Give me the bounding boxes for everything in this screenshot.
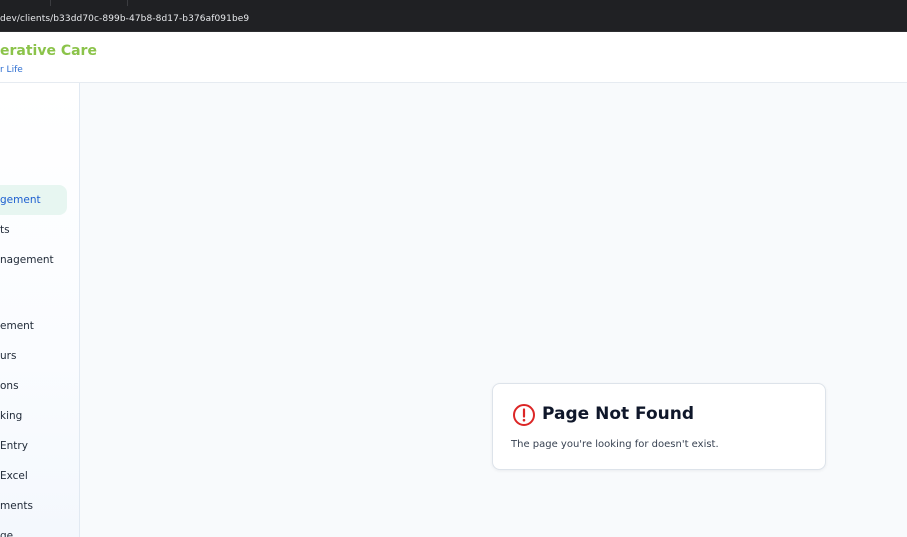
sidebar-item-label: nagement — [0, 254, 54, 266]
sidebar-item-label: Excel — [0, 470, 28, 482]
error-message: The page you're looking for doesn't exis… — [511, 439, 719, 450]
sidebar-item-label: ons — [0, 380, 19, 392]
sidebar-item-page[interactable]: ge — [0, 521, 67, 537]
sidebar-item-label: urs — [0, 350, 17, 362]
sidebar-item-label: ments — [0, 500, 33, 512]
tab-divider — [50, 0, 51, 6]
alert-circle-icon — [513, 404, 535, 426]
sidebar-item-hours[interactable]: urs — [0, 341, 67, 371]
sidebar-item-management-2[interactable]: nagement — [0, 245, 67, 275]
sidebar-item-options[interactable]: ons — [0, 371, 67, 401]
url-text[interactable]: dev/clients/b33dd70c-899b-47b8-8d17-b376… — [0, 14, 249, 24]
not-found-card: Page Not Found The page you're looking f… — [492, 383, 826, 470]
sidebar-item-documents[interactable]: ments — [0, 491, 67, 521]
brand-tagline: r Life — [0, 65, 23, 75]
sidebar-item-tracking[interactable]: king — [0, 401, 67, 431]
sidebar-item-excel[interactable]: Excel — [0, 461, 67, 491]
sidebar-item-management[interactable]: gement — [0, 185, 67, 215]
sidebar-item-element[interactable]: ement — [0, 311, 67, 341]
sidebar-item-label: ement — [0, 320, 34, 332]
sidebar-item-label: Entry — [0, 440, 28, 452]
address-bar[interactable]: dev/clients/b33dd70c-899b-47b8-8d17-b376… — [0, 10, 907, 32]
brand-name[interactable]: erative Care — [0, 43, 97, 59]
sidebar-item-label: gement — [0, 194, 41, 206]
browser-tab-strip — [0, 0, 907, 10]
error-title: Page Not Found — [542, 404, 695, 424]
sidebar-item-label: ts — [0, 224, 10, 236]
tab-divider — [127, 0, 128, 6]
sidebar-item-clients[interactable]: ts — [0, 215, 67, 245]
sidebar-item-label: king — [0, 410, 23, 422]
sidebar-item-label: ge — [0, 530, 14, 537]
app-header: erative Care r Life — [0, 32, 907, 83]
sidebar: gement ts nagement ement urs ons king En… — [0, 83, 80, 537]
sidebar-item-entry[interactable]: Entry — [0, 431, 67, 461]
